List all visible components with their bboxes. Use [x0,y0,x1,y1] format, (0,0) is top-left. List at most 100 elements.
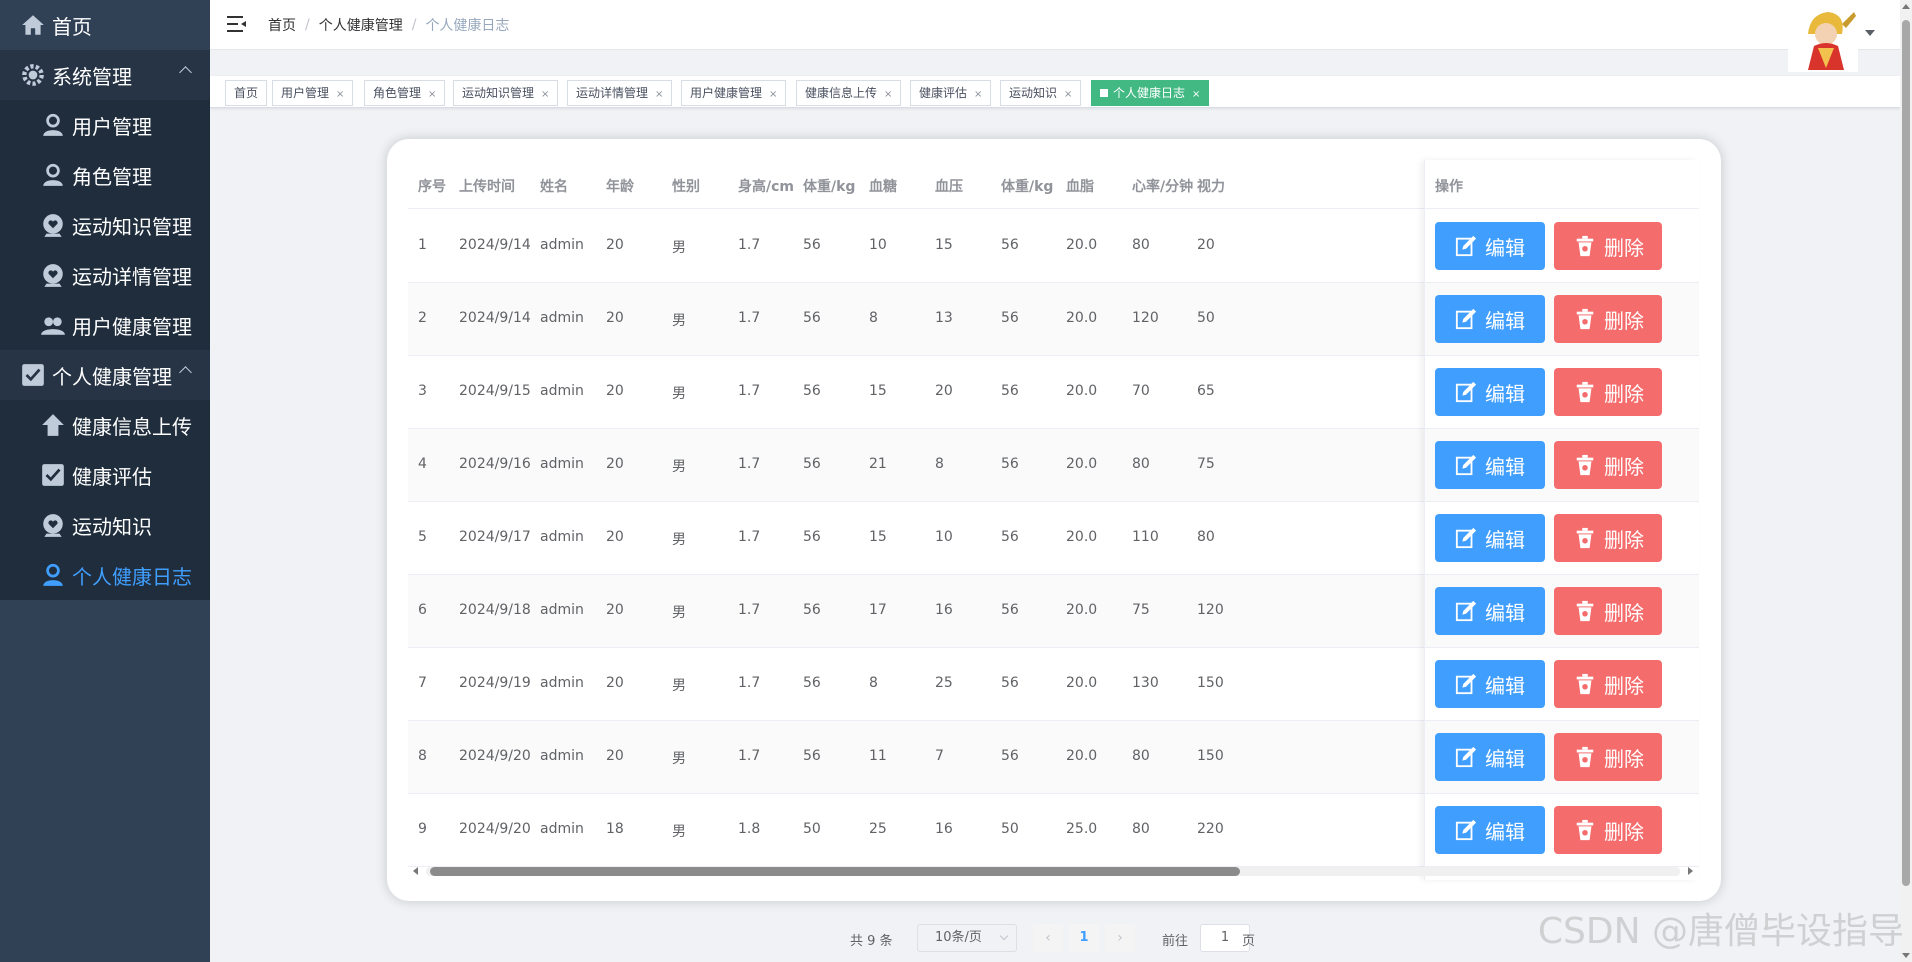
column-header: 体重/kg [803,179,856,195]
edit-button[interactable]: 编辑 [1435,441,1545,489]
edit-button[interactable]: 编辑 [1435,368,1545,416]
sidebar-item-exercise-knowledge-management[interactable]: 运动知识管理 [0,200,210,250]
tag-user-management[interactable]: 用户管理 × [272,80,354,106]
tag-exercise-knowledge-management[interactable]: 运动知识管理 × [453,80,559,106]
breadcrumb-home[interactable]: 首页 [268,15,296,35]
sidebar-item-exercise-knowledge[interactable]: 运动知识 [0,500,210,550]
close-icon[interactable]: × [884,89,892,100]
scrollbar-thumb[interactable] [1902,20,1910,886]
column-header: 姓名 [540,179,568,195]
horizontal-scrollbar[interactable] [408,863,1698,879]
chevron-down-icon [999,931,1009,941]
sidebar-item-health-assessment[interactable]: 健康评估 [0,450,210,500]
table-cell: 56 [1001,383,1019,399]
delete-button[interactable]: 删除 [1554,222,1662,270]
hamburger-icon[interactable] [227,16,247,32]
table-cell: 75 [1197,456,1215,472]
edit-button-label: 编辑 [1485,673,1525,698]
table-cell: 56 [1001,310,1019,326]
prev-page-button[interactable]: ‹ [1033,924,1063,952]
row-actions: 编辑 删除 [1425,721,1699,794]
sidebar-item-exercise-detail-management[interactable]: 运动详情管理 [0,250,210,300]
tag-exercise-knowledge[interactable]: 运动知识 × [1000,80,1082,106]
close-icon[interactable]: × [974,89,982,100]
sidebar-item-user-management[interactable]: 用户管理 [0,100,210,150]
close-icon[interactable]: × [655,89,663,100]
table-cell: 男 [672,605,686,621]
table-cell: 56 [803,529,821,545]
delete-button[interactable]: 删除 [1554,806,1662,854]
delete-button[interactable]: 删除 [1554,368,1662,416]
sidebar-item-label: 健康评估 [72,464,152,489]
edit-button[interactable]: 编辑 [1435,660,1545,708]
sidebar-item-role-management[interactable]: 角色管理 [0,150,210,200]
delete-button[interactable]: 删除 [1554,587,1662,635]
table-cell: 80 [1132,237,1150,253]
vertical-scrollbar[interactable] [1900,0,1912,962]
breadcrumb-personal-health[interactable]: 个人健康管理 [319,15,403,35]
scroll-right-icon[interactable] [1688,867,1693,875]
table-cell: admin [540,237,584,253]
edit-button[interactable]: 编辑 [1435,733,1545,781]
tag-health-assessment[interactable]: 健康评估 × [910,80,992,106]
table-cell: 1.7 [738,748,761,764]
page-number-1[interactable]: 1 [1069,924,1099,952]
table-cell: 20.0 [1066,748,1098,764]
delete-button[interactable]: 删除 [1554,660,1662,708]
close-icon[interactable]: × [1064,89,1072,100]
delete-button[interactable]: 删除 [1554,733,1662,781]
sidebar-item-user-health-management[interactable]: 用户健康管理 [0,300,210,350]
sidebar-item-label: 运动知识 [72,514,152,539]
page-unit-label: 页 [1242,934,1256,949]
tag-home[interactable]: 首页 [225,80,268,106]
delete-button-label: 删除 [1604,746,1644,771]
breadcrumb-current: 个人健康日志 [425,18,510,34]
table-cell: 80 [1132,748,1150,764]
tag-role-management[interactable]: 角色管理 × [364,80,446,106]
scroll-up-icon[interactable] [1902,4,1910,9]
tag-health-upload[interactable]: 健康信息上传 × [796,80,902,106]
close-icon[interactable]: × [336,89,344,100]
close-icon[interactable]: × [428,89,436,100]
edit-button[interactable]: 编辑 [1435,295,1545,343]
close-icon[interactable]: × [1192,89,1200,100]
menu-home[interactable]: 首页 [0,0,210,50]
trash-icon [1576,454,1594,476]
delete-button[interactable]: 删除 [1554,295,1662,343]
table-cell: 75 [1132,602,1150,618]
delete-button[interactable]: 删除 [1554,514,1662,562]
avatar[interactable] [1788,4,1858,72]
menu-system[interactable]: 系统管理 [0,50,210,100]
delete-button-label: 删除 [1604,381,1644,406]
edit-button[interactable]: 编辑 [1435,222,1545,270]
sidebar-item-health-upload[interactable]: 健康信息上传 [0,400,210,450]
page-size-select[interactable]: 10条/页 [917,924,1017,952]
scroll-left-icon[interactable] [413,867,418,875]
table-cell: 1.7 [738,529,761,545]
edit-button[interactable]: 编辑 [1435,806,1545,854]
menu-system-label: 系统管理 [52,64,132,89]
tag-health-log[interactable]: 个人健康日志 × [1091,80,1210,106]
trash-icon [1576,235,1594,257]
tag-exercise-detail-management[interactable]: 运动详情管理 × [567,80,673,106]
menu-personal-health[interactable]: 个人健康管理 [0,350,210,400]
table-cell: 80 [1197,529,1215,545]
sidebar-item-health-log[interactable]: 个人健康日志 [0,550,210,600]
edit-button[interactable]: 编辑 [1435,514,1545,562]
table-cell: 17 [869,602,887,618]
chevron-down-icon[interactable] [1865,30,1875,36]
menu-home-label: 首页 [52,14,92,39]
table-cell: admin [540,602,584,618]
delete-button-label: 删除 [1604,819,1644,844]
table-cell: 56 [1001,675,1019,691]
table-cell: 25 [935,675,953,691]
close-icon[interactable]: × [541,89,549,100]
next-page-button[interactable]: › [1105,924,1135,952]
delete-button[interactable]: 删除 [1554,441,1662,489]
home-icon [22,15,44,35]
close-icon[interactable]: × [769,89,777,100]
edit-button[interactable]: 编辑 [1435,587,1545,635]
edit-icon [1455,527,1477,549]
tag-user-health-management[interactable]: 用户健康管理 × [681,80,787,106]
scrollbar-thumb[interactable] [430,867,1240,876]
